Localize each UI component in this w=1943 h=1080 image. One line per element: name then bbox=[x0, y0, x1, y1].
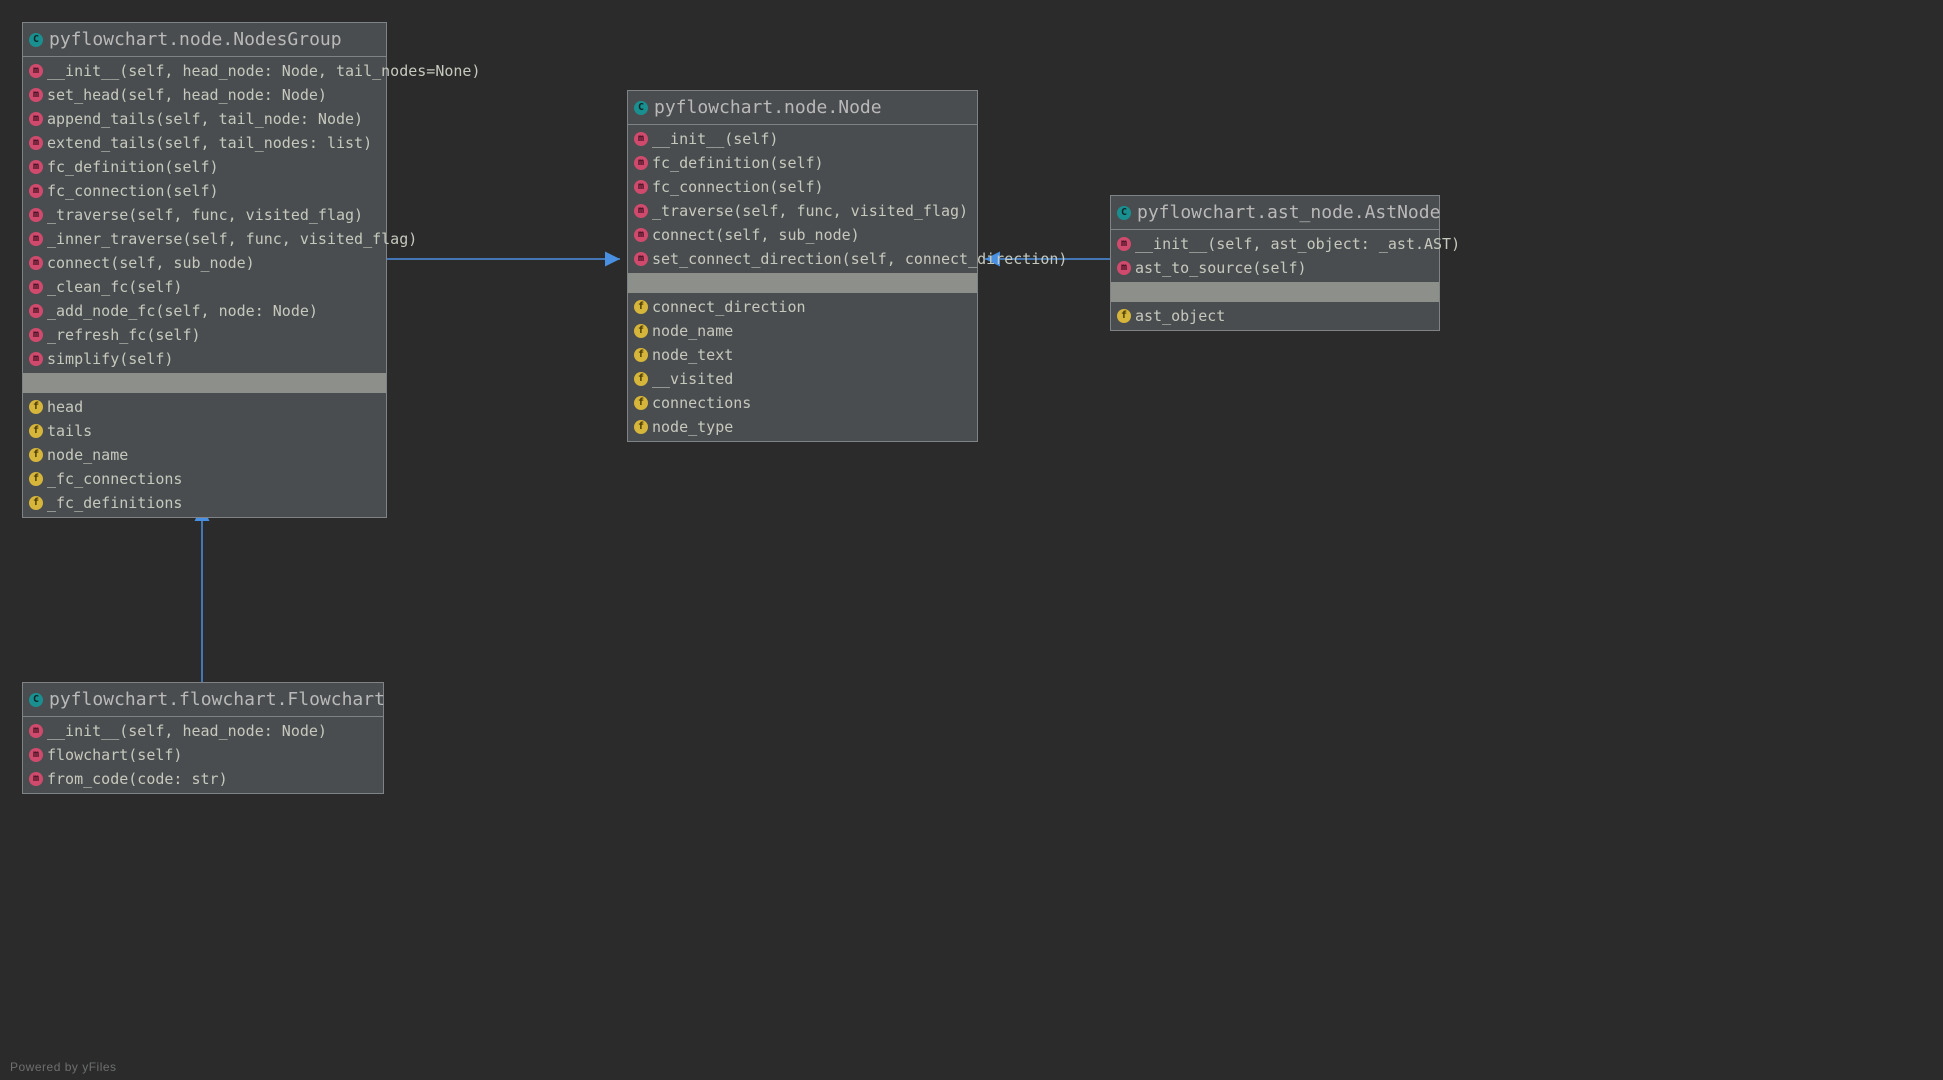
method-icon: m bbox=[29, 748, 43, 762]
method-icon: m bbox=[29, 160, 43, 174]
field-icon: f bbox=[29, 496, 43, 510]
method-row[interactable]: mconnect(self, sub_node) bbox=[628, 223, 977, 247]
method-icon: m bbox=[634, 252, 648, 266]
method-icon: m bbox=[1117, 261, 1131, 275]
methods-section: m__init__(self, head_node: Node) mflowch… bbox=[23, 717, 383, 793]
field-icon: f bbox=[634, 420, 648, 434]
class-icon: C bbox=[634, 101, 648, 115]
method-row[interactable]: m_traverse(self, func, visited_flag) bbox=[628, 199, 977, 223]
class-node[interactable]: C pyflowchart.node.Node m__init__(self) … bbox=[627, 90, 978, 442]
method-row[interactable]: mextend_tails(self, tail_nodes: list) bbox=[23, 131, 386, 155]
method-icon: m bbox=[29, 184, 43, 198]
method-row[interactable]: mset_connect_direction(self, connect_dir… bbox=[628, 247, 977, 271]
method-row[interactable]: m_traverse(self, func, visited_flag) bbox=[23, 203, 386, 227]
methods-section: m__init__(self, ast_object: _ast.AST) ma… bbox=[1111, 230, 1439, 282]
field-row[interactable]: fconnect_direction bbox=[628, 295, 977, 319]
methods-section: m__init__(self, head_node: Node, tail_no… bbox=[23, 57, 386, 373]
methods-section: m__init__(self) mfc_definition(self) mfc… bbox=[628, 125, 977, 273]
field-row[interactable]: fnode_name bbox=[628, 319, 977, 343]
method-icon: m bbox=[29, 88, 43, 102]
field-row[interactable]: fnode_type bbox=[628, 415, 977, 439]
method-icon: m bbox=[29, 136, 43, 150]
class-flowchart[interactable]: C pyflowchart.flowchart.Flowchart m__ini… bbox=[22, 682, 384, 794]
field-icon: f bbox=[634, 324, 648, 338]
field-row[interactable]: fhead bbox=[23, 395, 386, 419]
method-row[interactable]: m_refresh_fc(self) bbox=[23, 323, 386, 347]
class-icon: C bbox=[29, 33, 43, 47]
section-divider bbox=[1111, 282, 1439, 302]
field-row[interactable]: f_fc_connections bbox=[23, 467, 386, 491]
class-nodesgroup[interactable]: C pyflowchart.node.NodesGroup m__init__(… bbox=[22, 22, 387, 518]
class-title: pyflowchart.node.Node bbox=[654, 97, 882, 118]
method-row[interactable]: m_inner_traverse(self, func, visited_fla… bbox=[23, 227, 386, 251]
method-icon: m bbox=[634, 180, 648, 194]
method-row[interactable]: mflowchart(self) bbox=[23, 743, 383, 767]
field-icon: f bbox=[634, 372, 648, 386]
method-icon: m bbox=[29, 64, 43, 78]
class-title: pyflowchart.flowchart.Flowchart bbox=[49, 689, 385, 710]
section-divider bbox=[628, 273, 977, 293]
class-title: pyflowchart.node.NodesGroup bbox=[49, 29, 342, 50]
field-icon: f bbox=[1117, 309, 1131, 323]
field-row[interactable]: f_fc_definitions bbox=[23, 491, 386, 515]
method-icon: m bbox=[29, 256, 43, 270]
method-icon: m bbox=[29, 304, 43, 318]
method-icon: m bbox=[29, 328, 43, 342]
method-row[interactable]: m_add_node_fc(self, node: Node) bbox=[23, 299, 386, 323]
field-row[interactable]: fast_object bbox=[1111, 304, 1439, 328]
method-icon: m bbox=[29, 208, 43, 222]
method-row[interactable]: mast_to_source(self) bbox=[1111, 256, 1439, 280]
class-astnode[interactable]: C pyflowchart.ast_node.AstNode m__init__… bbox=[1110, 195, 1440, 331]
method-row[interactable]: mfc_definition(self) bbox=[628, 151, 977, 175]
method-row[interactable]: m__init__(self, head_node: Node) bbox=[23, 719, 383, 743]
class-title: pyflowchart.ast_node.AstNode bbox=[1137, 202, 1440, 223]
footer-watermark: Powered by yFiles bbox=[10, 1060, 117, 1074]
method-row[interactable]: mset_head(self, head_node: Node) bbox=[23, 83, 386, 107]
method-row[interactable]: mfc_connection(self) bbox=[628, 175, 977, 199]
method-row[interactable]: m__init__(self) bbox=[628, 127, 977, 151]
field-icon: f bbox=[634, 396, 648, 410]
field-icon: f bbox=[29, 400, 43, 414]
method-icon: m bbox=[634, 228, 648, 242]
method-row[interactable]: mappend_tails(self, tail_node: Node) bbox=[23, 107, 386, 131]
method-icon: m bbox=[29, 232, 43, 246]
method-row[interactable]: m__init__(self, head_node: Node, tail_no… bbox=[23, 59, 386, 83]
fields-section: fconnect_direction fnode_name fnode_text… bbox=[628, 293, 977, 441]
method-icon: m bbox=[634, 156, 648, 170]
section-divider bbox=[23, 373, 386, 393]
method-row[interactable]: m_clean_fc(self) bbox=[23, 275, 386, 299]
class-icon: C bbox=[1117, 206, 1131, 220]
field-row[interactable]: fconnections bbox=[628, 391, 977, 415]
fields-section: fhead ftails fnode_name f_fc_connections… bbox=[23, 393, 386, 517]
field-icon: f bbox=[29, 472, 43, 486]
field-row[interactable]: ftails bbox=[23, 419, 386, 443]
method-icon: m bbox=[29, 280, 43, 294]
method-row[interactable]: mfc_definition(self) bbox=[23, 155, 386, 179]
method-icon: m bbox=[29, 772, 43, 786]
method-icon: m bbox=[634, 204, 648, 218]
method-icon: m bbox=[1117, 237, 1131, 251]
method-icon: m bbox=[634, 132, 648, 146]
field-icon: f bbox=[634, 348, 648, 362]
method-icon: m bbox=[29, 724, 43, 738]
method-row[interactable]: mfrom_code(code: str) bbox=[23, 767, 383, 791]
class-icon: C bbox=[29, 693, 43, 707]
method-row[interactable]: m__init__(self, ast_object: _ast.AST) bbox=[1111, 232, 1439, 256]
field-row[interactable]: fnode_text bbox=[628, 343, 977, 367]
method-icon: m bbox=[29, 112, 43, 126]
diagram-canvas: C pyflowchart.node.NodesGroup m__init__(… bbox=[0, 0, 1943, 1080]
method-row[interactable]: mconnect(self, sub_node) bbox=[23, 251, 386, 275]
field-icon: f bbox=[29, 448, 43, 462]
field-row[interactable]: f__visited bbox=[628, 367, 977, 391]
method-row[interactable]: mfc_connection(self) bbox=[23, 179, 386, 203]
field-icon: f bbox=[634, 300, 648, 314]
method-row[interactable]: msimplify(self) bbox=[23, 347, 386, 371]
method-icon: m bbox=[29, 352, 43, 366]
field-row[interactable]: fnode_name bbox=[23, 443, 386, 467]
field-icon: f bbox=[29, 424, 43, 438]
fields-section: fast_object bbox=[1111, 302, 1439, 330]
